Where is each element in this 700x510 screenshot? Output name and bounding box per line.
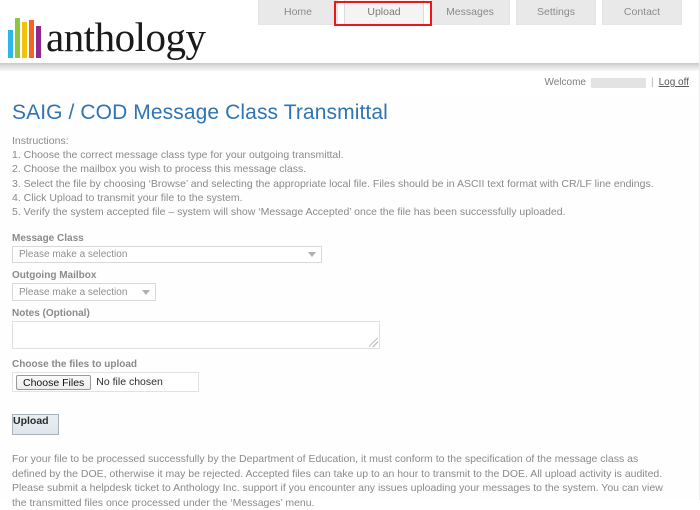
nav-item-messages[interactable]: Messages: [430, 0, 510, 25]
nav-item-contact[interactable]: Contact: [602, 0, 682, 25]
logo-bars-icon: [8, 16, 41, 58]
instruction-step-4: 4. Click Upload to transmit your file to…: [12, 191, 243, 204]
instruction-step-2: 2. Choose the mailbox you wish to proces…: [12, 163, 307, 176]
logo-bar-purple-icon: [36, 26, 41, 58]
logo-bar-orange-icon: [29, 20, 34, 58]
upload-button[interactable]: Upload: [12, 414, 59, 436]
chevron-down-icon: [308, 252, 316, 258]
outgoing-mailbox-label: Outgoing Mailbox: [12, 270, 97, 282]
file-status-text: No file chosen: [96, 376, 163, 389]
message-class-select[interactable]: Please make a selection: [12, 246, 322, 264]
notes-label: Notes (Optional): [12, 308, 90, 320]
upload-form: Message Class Please make a selection Ou…: [12, 233, 687, 436]
site-header: anthology Home Upload Messages Settings …: [0, 0, 699, 63]
resize-handle-icon[interactable]: [369, 338, 378, 348]
instructions-block: Instructions: 1. Choose the correct mess…: [12, 134, 687, 219]
logo-bar-blue-icon: [8, 30, 13, 58]
instruction-step-3: 3. Select the file by choosing ‘Browse’ …: [12, 177, 654, 190]
instruction-step-1: 1. Choose the correct message class type…: [12, 149, 344, 162]
message-class-value: Please make a selection: [19, 249, 128, 261]
outgoing-mailbox-select[interactable]: Please make a selection: [12, 283, 156, 302]
nav-item-settings[interactable]: Settings: [516, 0, 596, 25]
instruction-step-5: 5. Verify the system accepted file – sys…: [12, 206, 566, 219]
anthology-logo[interactable]: anthology: [8, 8, 206, 60]
page-title: SAIG / COD Message Class Transmittal: [12, 101, 388, 124]
account-bar: Welcome | Log off: [0, 71, 699, 97]
log-off-link[interactable]: Log off: [659, 77, 689, 88]
separator: |: [650, 77, 654, 88]
username-redacted: [590, 77, 646, 88]
file-upload-label: Choose the files to upload: [12, 359, 138, 371]
nav-item-home[interactable]: Home: [258, 0, 338, 25]
welcome-block: Welcome | Log off: [544, 77, 689, 88]
notes-textarea[interactable]: [12, 321, 380, 350]
footer-note: For your file to be processed successful…: [12, 453, 663, 509]
primary-navigation: Home Upload Messages Settings Contact: [258, 0, 682, 25]
main-content: SAIG / COD Message Class Transmittal Ins…: [0, 101, 699, 510]
instructions-heading: Instructions:: [12, 135, 69, 147]
message-class-label: Message Class: [12, 233, 84, 245]
header-divider: [0, 63, 699, 71]
nav-item-upload[interactable]: Upload: [344, 0, 424, 25]
outgoing-mailbox-value: Please make a selection: [19, 286, 128, 298]
file-input[interactable]: Choose Files No file chosen: [12, 372, 199, 393]
logo-bar-green-icon: [15, 18, 20, 58]
page-root: anthology Home Upload Messages Settings …: [0, 0, 700, 509]
logo-bar-yellow-icon: [22, 22, 27, 58]
choose-files-button[interactable]: Choose Files: [16, 374, 92, 390]
welcome-label: Welcome: [544, 77, 586, 88]
chevron-down-icon: [142, 289, 150, 295]
logo-wordmark: anthology: [46, 14, 206, 60]
